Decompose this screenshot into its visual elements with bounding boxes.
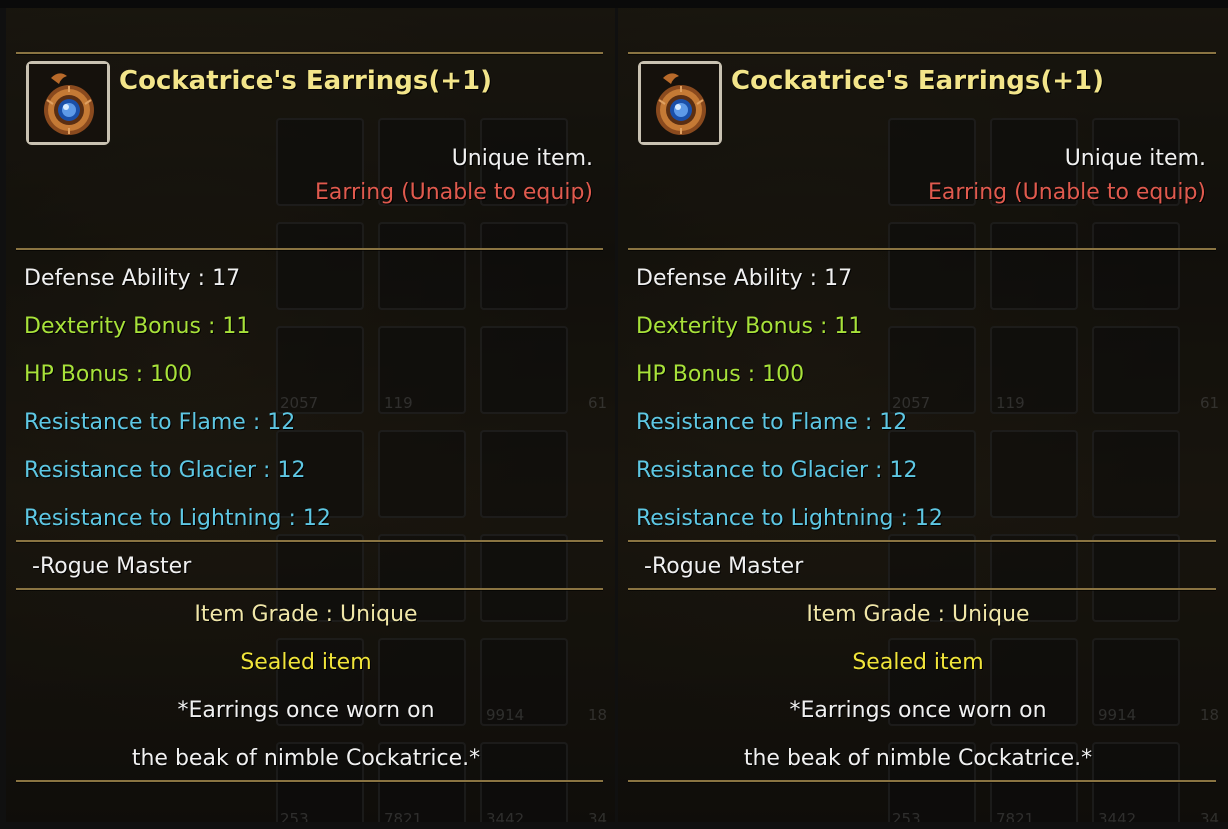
divider [628,588,1216,590]
screenshot-stage: 2057 119 61 9914 18 253 7821 3442 34 Coc… [0,0,1228,829]
item-type-line: Earring (Unable to equip) [315,180,593,205]
stat-line: HP Bonus : 100 [24,362,193,387]
item-icon-frame [638,61,722,145]
item-tooltip-left: 2057 119 61 9914 18 253 7821 3442 34 Coc… [6,8,615,822]
item-grade: Item Grade : Unique [806,602,1030,627]
stat-line: Resistance to Flame : 12 [636,410,908,435]
divider [628,540,1216,542]
earring-icon [29,64,107,142]
stat-line: Defense Ability : 17 [636,266,853,291]
item-title: Cockatrice's Earrings(+1) [119,66,492,96]
stat-line: Defense Ability : 17 [24,266,241,291]
divider [628,248,1216,250]
item-title: Cockatrice's Earrings(+1) [731,66,1104,96]
item-rarity: Unique item. [1064,146,1206,171]
stat-line: Resistance to Glacier : 12 [636,458,918,483]
item-description-line: *Earrings once worn on [177,698,435,723]
divider [628,780,1216,782]
divider [16,52,603,54]
top-strip [0,0,1228,8]
stat-line: Resistance to Glacier : 12 [24,458,306,483]
class-requirement: -Rogue Master [644,554,804,579]
stat-line: Resistance to Lightning : 12 [24,506,331,531]
sealed-label: Sealed item [852,650,984,675]
divider [16,248,603,250]
item-description-line: *Earrings once worn on [789,698,1047,723]
item-rarity: Unique item. [451,146,593,171]
sealed-label: Sealed item [240,650,372,675]
earring-icon [641,64,719,142]
item-icon-frame [26,61,110,145]
divider [16,588,603,590]
stat-line: Resistance to Flame : 12 [24,410,296,435]
item-grade: Item Grade : Unique [194,602,418,627]
stat-line: HP Bonus : 100 [636,362,805,387]
item-description-line: the beak of nimble Cockatrice.* [743,746,1093,771]
stat-line: Dexterity Bonus : 11 [636,314,863,339]
item-description-line: the beak of nimble Cockatrice.* [131,746,481,771]
divider [628,52,1216,54]
divider [16,780,603,782]
stat-line: Dexterity Bonus : 11 [24,314,251,339]
class-requirement: -Rogue Master [32,554,192,579]
item-tooltip-right: 2057 119 61 9914 18 253 7821 3442 34 Coc… [618,8,1228,822]
item-type-line: Earring (Unable to equip) [928,180,1206,205]
stat-line: Resistance to Lightning : 12 [636,506,943,531]
divider [16,540,603,542]
